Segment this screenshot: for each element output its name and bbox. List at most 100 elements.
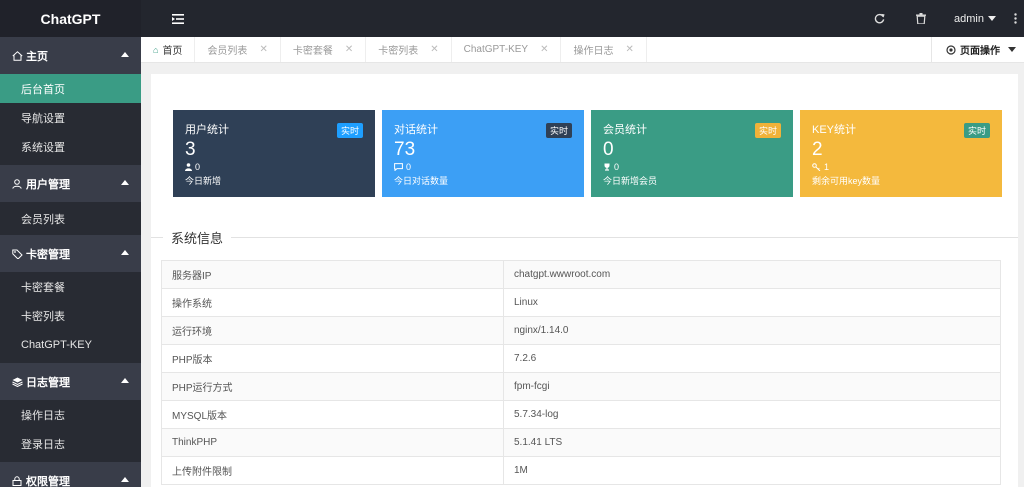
main-content: 用户统计 实时 3 0 今日新增 对话统计 实时 73 0 今日对话数量 会员统… [151,74,1018,487]
sidebar-item-member-list[interactable]: 会员列表 [0,202,141,235]
user-name: admin [954,12,984,25]
chat-icon [394,163,403,171]
tab-chatgpt-key[interactable]: ChatGPT-KEY ✕ [452,37,562,62]
card-note: 剩余可用key数量 [812,176,881,186]
stat-card-users: 用户统计 实时 3 0 今日新增 [173,110,375,197]
app-logo[interactable]: ChatGPT [0,0,141,37]
tab-label: 操作日志 [573,46,614,57]
card-value: 3 [185,139,196,160]
sidebar-item-login-log[interactable]: 登录日志 [0,429,141,458]
realtime-badge: 实时 [545,123,572,138]
card-sub-value: 0 [614,162,620,172]
sidebar-item-card-list[interactable]: 卡密列表 [0,301,141,330]
chevron-up-icon [121,52,129,57]
sidebar-group-label: 主页 [26,50,48,63]
refresh-icon [874,13,885,24]
close-icon[interactable]: ✕ [625,44,633,55]
clear-cache-button[interactable] [900,0,942,37]
sidebar-group-users[interactable]: 用户管理 [0,165,141,202]
realtime-badge: 实时 [963,123,990,138]
close-icon[interactable]: ✕ [259,44,267,55]
card-sub-value: 0 [195,162,201,172]
sidebar-item-chatgpt-key[interactable]: ChatGPT-KEY [0,330,141,359]
card-sub: 0 [394,162,572,172]
more-button[interactable] [1006,0,1024,37]
tab-member-list[interactable]: 会员列表 ✕ [195,37,281,62]
info-key: PHP版本 [161,344,504,373]
home-icon: ⌂ [153,44,159,55]
card-sub-value: 0 [406,162,412,172]
sidebar-group-logs[interactable]: 日志管理 [0,363,141,400]
page-operations-menu[interactable]: 页面操作 [931,37,1024,62]
info-value: 5.7.34-log [503,400,1001,429]
sidebar-item-card-packages[interactable]: 卡密套餐 [0,272,141,301]
tab-label: ChatGPT-KEY [463,44,529,55]
sidebar-group-cards[interactable]: 卡密管理 [0,235,141,272]
top-bar: ChatGPT admin [0,0,1024,37]
info-key: ThinkPHP [161,428,504,457]
card-value: 73 [394,139,416,160]
close-icon[interactable]: ✕ [430,44,438,55]
card-sub: 0 [185,162,363,172]
sidebar-group-label: 权限管理 [26,475,70,487]
user-menu[interactable]: admin [942,13,1006,25]
table-row: PHP运行方式 fpm-fcgi [161,372,1001,401]
chevron-down-icon [988,16,996,21]
menu-toggle-icon [172,13,184,24]
card-sub-value: 1 [824,162,830,172]
close-icon[interactable]: ✕ [540,44,548,55]
sidebar-item-operation-log[interactable]: 操作日志 [0,400,141,429]
sidebar-item-nav-settings[interactable]: 导航设置 [0,103,141,132]
stat-card-chats: 对话统计 实时 73 0 今日对话数量 [382,110,584,197]
sidebar-group-home[interactable]: 主页 [0,37,141,74]
table-row: 服务器IP chatgpt.wwwroot.com [161,260,1001,289]
info-key: 操作系统 [161,288,504,317]
table-row: 运行环境 nginx/1.14.0 [161,316,1001,345]
more-vertical-icon [1013,13,1017,24]
card-sub: 1 [812,162,990,172]
info-value: nginx/1.14.0 [503,316,1001,345]
table-row: 上传附件限制 1M [161,456,1001,485]
sidebar-group-permissions[interactable]: 权限管理 [0,462,141,487]
info-key: 上传附件限制 [161,456,504,485]
page-operations-label: 页面操作 [960,46,1000,57]
target-icon [946,44,956,55]
tab-home[interactable]: ⌂ 首页 [141,37,196,62]
tab-operation-log[interactable]: 操作日志 ✕ [561,37,647,62]
info-key: 服务器IP [161,260,504,289]
info-value: fpm-fcgi [503,372,1001,401]
divider [151,237,1018,238]
info-value: 5.1.41 LTS [503,428,1001,457]
card-note: 今日对话数量 [394,176,449,186]
info-key: MYSQL版本 [161,400,504,429]
info-value: Linux [503,288,1001,317]
info-value: chatgpt.wwwroot.com [503,260,1001,289]
info-key: 运行环境 [161,316,504,345]
sidebar-group-label: 卡密管理 [26,248,70,261]
sidebar-group-label: 日志管理 [26,376,70,389]
sidebar-group-label: 用户管理 [26,178,70,191]
refresh-button[interactable] [858,0,900,37]
card-sub: 0 [603,162,781,172]
layers-icon [10,377,24,387]
tag-icon [10,249,24,259]
tab-card-packages[interactable]: 卡密套餐 ✕ [281,37,367,62]
chevron-up-icon [121,477,129,482]
key-icon [812,163,821,171]
menu-toggle-button[interactable] [163,0,193,37]
system-info-table: 服务器IP chatgpt.wwwroot.com 操作系统 Linux 运行环境 n… [161,260,1001,485]
close-icon[interactable]: ✕ [345,44,353,55]
lock-icon [10,475,24,486]
topbar-right: admin [858,0,1024,37]
table-row: 操作系统 Linux [161,288,1001,317]
tab-card-list[interactable]: 卡密列表 ✕ [366,37,452,62]
info-value: 7.2.6 [503,344,1001,373]
tab-label: 卡密列表 [378,46,419,57]
stat-cards: 用户统计 实时 3 0 今日新增 对话统计 实时 73 0 今日对话数量 会员统… [173,110,1002,197]
info-value: 1M [503,456,1001,485]
tab-label: 卡密套餐 [292,46,333,57]
stat-card-members: 会员统计 实时 0 0 今日新增会员 [591,110,793,197]
card-note: 今日新增会员 [603,176,658,186]
sidebar-item-system-settings[interactable]: 系统设置 [0,132,141,161]
sidebar-item-dashboard[interactable]: 后台首页 [0,74,141,103]
